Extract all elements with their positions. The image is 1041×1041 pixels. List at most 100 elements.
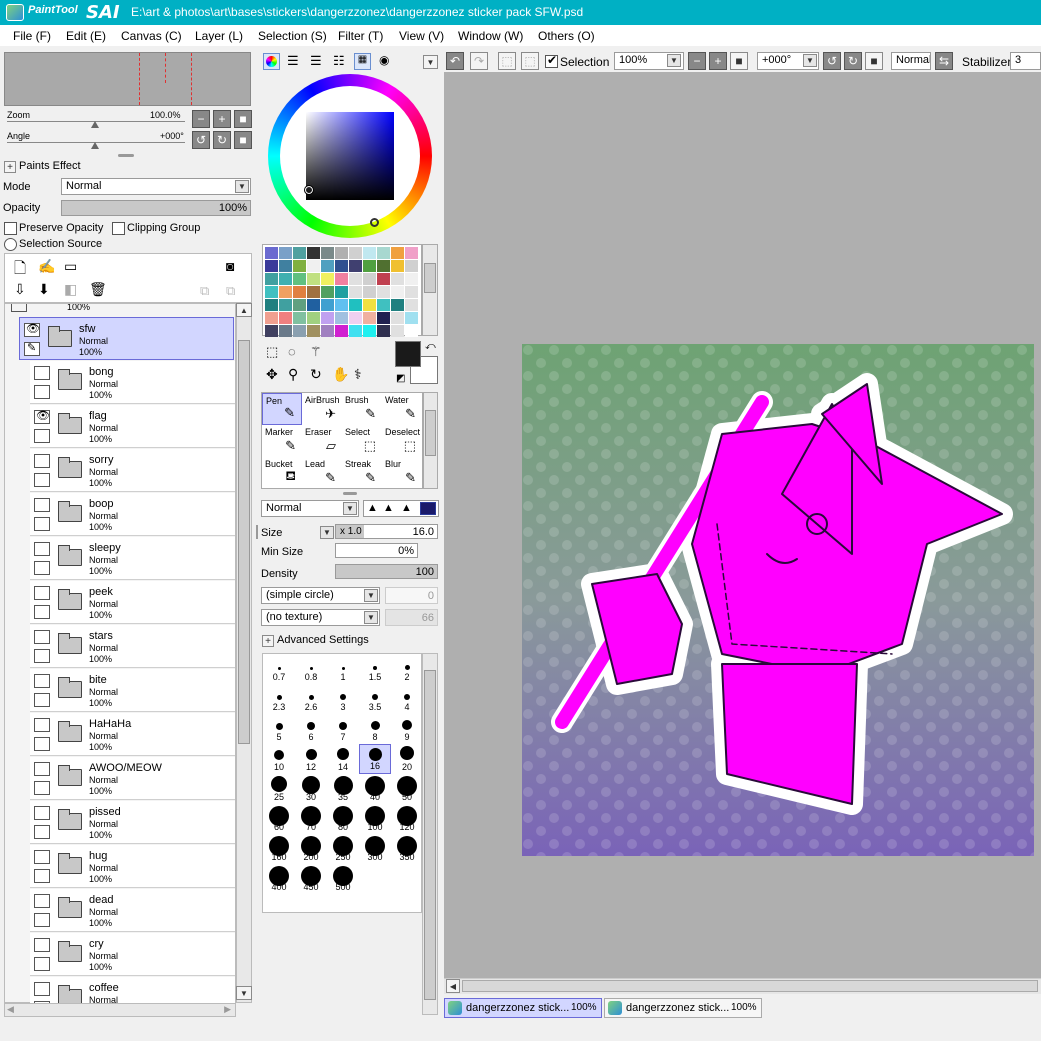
- layer-edit-toggle[interactable]: [34, 473, 50, 487]
- color-swatch[interactable]: [363, 325, 376, 337]
- brush-size-preset[interactable]: 30: [295, 774, 327, 804]
- color-swatch[interactable]: [363, 260, 376, 272]
- color-swatch[interactable]: [321, 273, 334, 285]
- zoom-tool-icon[interactable]: ⚲: [288, 366, 298, 383]
- merge-down-icon[interactable]: ⬇: [38, 281, 50, 298]
- canvas-zoom-dropdown[interactable]: ▼: [667, 54, 681, 67]
- brush-size-preset[interactable]: 12: [295, 744, 327, 774]
- layer-scroll-up-button[interactable]: ▲: [236, 303, 252, 317]
- selection-checkbox[interactable]: ✔: [545, 53, 558, 68]
- zoom-out-button[interactable]: −: [192, 110, 210, 128]
- brush-size-preset[interactable]: 450: [295, 864, 327, 894]
- layer-visibility-toggle[interactable]: [34, 542, 50, 556]
- hsv-slider-tab-icon[interactable]: ☰: [310, 53, 322, 69]
- brush-size-preset[interactable]: 0.7: [263, 654, 295, 684]
- menu-selection[interactable]: Selection (S): [258, 29, 327, 43]
- color-swatches[interactable]: [262, 244, 422, 337]
- color-swatch[interactable]: [265, 247, 278, 259]
- color-swatch[interactable]: [335, 247, 348, 259]
- layer-list-scrollbar[interactable]: [236, 303, 252, 1003]
- brush-size-range-dropdown[interactable]: ▼: [320, 526, 334, 539]
- menu-edit[interactable]: Edit (E): [66, 29, 106, 43]
- color-swatch[interactable]: [405, 247, 418, 259]
- layer-visibility-toggle[interactable]: 👁: [34, 410, 50, 424]
- flip-canvas-button[interactable]: ⇆: [935, 52, 953, 70]
- merge-visible-icon[interactable]: ⧉: [226, 283, 235, 299]
- layer-edit-toggle[interactable]: ✎: [24, 342, 40, 356]
- brush-edge-hard-icon[interactable]: ▲: [401, 502, 412, 514]
- brush-size-preset[interactable]: 200: [295, 834, 327, 864]
- layer-visibility-toggle[interactable]: [34, 718, 50, 732]
- brush-shape-dropdown[interactable]: ▼: [364, 589, 378, 602]
- color-swatch[interactable]: [265, 325, 278, 337]
- brush-size-preset[interactable]: 25: [263, 774, 295, 804]
- color-swatch[interactable]: [293, 247, 306, 259]
- clipping-group-checkbox[interactable]: [112, 222, 125, 235]
- color-swatch[interactable]: [335, 260, 348, 272]
- color-swatch[interactable]: [363, 299, 376, 311]
- color-swatch[interactable]: [405, 273, 418, 285]
- color-swatch[interactable]: [335, 325, 348, 337]
- tool-blur[interactable]: Blur ✎: [382, 457, 422, 489]
- layer-row-14[interactable]: cry Normal 100%: [30, 933, 235, 976]
- color-swatch[interactable]: [265, 286, 278, 298]
- trash-icon[interactable]: 🗑: [89, 281, 107, 298]
- brush-size-preset[interactable]: 2.6: [295, 684, 327, 714]
- color-swatch[interactable]: [293, 286, 306, 298]
- zoom-reset-button[interactable]: ■: [234, 110, 252, 128]
- color-swatch[interactable]: [377, 260, 390, 272]
- brush-edge-soft-icon[interactable]: ▲: [367, 502, 378, 514]
- layer-visibility-toggle[interactable]: 👁: [24, 323, 40, 337]
- color-swatch[interactable]: [307, 286, 320, 298]
- new-folder-icon[interactable]: ▭: [64, 258, 77, 275]
- color-swatch[interactable]: [391, 299, 404, 311]
- color-swatch[interactable]: [279, 299, 292, 311]
- layer-visibility-toggle[interactable]: [34, 366, 50, 380]
- color-swatch[interactable]: [265, 273, 278, 285]
- zoom-slider-thumb[interactable]: [91, 121, 99, 128]
- color-swatch[interactable]: [307, 312, 320, 324]
- menu-filter[interactable]: Filter (T): [338, 29, 383, 43]
- color-swatch[interactable]: [377, 273, 390, 285]
- brush-size-preset[interactable]: 1: [327, 654, 359, 684]
- layer-row-8[interactable]: bite Normal 100%: [30, 669, 235, 712]
- color-swatch[interactable]: [307, 325, 320, 337]
- chevron-left-icon[interactable]: ◀: [7, 1004, 14, 1015]
- color-swatch[interactable]: [335, 273, 348, 285]
- layer-row-10[interactable]: AWOO/MEOW Normal 100%: [30, 757, 235, 800]
- layer-row-15[interactable]: coffee Normal: [30, 977, 235, 1003]
- tool-airbrush[interactable]: AirBrush ✈: [302, 393, 342, 425]
- color-swatch[interactable]: [307, 260, 320, 272]
- rect-select-icon[interactable]: ⬚: [266, 344, 278, 360]
- brush-size-preset[interactable]: 2: [391, 654, 423, 684]
- swap-colors-icon[interactable]: ⤺: [425, 341, 436, 352]
- rotate-tool-icon[interactable]: ↻: [310, 366, 322, 383]
- color-swatch[interactable]: [321, 247, 334, 259]
- brush-sizes-scroll-thumb[interactable]: [424, 670, 436, 1000]
- brush-size-preset[interactable]: 120: [391, 804, 423, 834]
- brush-size-preset[interactable]: 16: [359, 744, 391, 774]
- tool-select[interactable]: Select ⬚: [342, 425, 382, 457]
- menu-window[interactable]: Window (W): [458, 29, 523, 43]
- color-swatch[interactable]: [307, 299, 320, 311]
- color-swatch[interactable]: [363, 312, 376, 324]
- color-swatch[interactable]: [349, 260, 362, 272]
- layer-edit-toggle[interactable]: [34, 737, 50, 751]
- color-swatch[interactable]: [377, 325, 390, 337]
- color-swatch[interactable]: [391, 260, 404, 272]
- panel-splitter[interactable]: [343, 492, 357, 495]
- panel-splitter[interactable]: [118, 154, 134, 157]
- density-slider[interactable]: 100: [335, 564, 438, 579]
- brush-size-preset[interactable]: 3.5: [359, 684, 391, 714]
- layer-edit-toggle[interactable]: [34, 605, 50, 619]
- color-swatch[interactable]: [405, 312, 418, 324]
- canvas-hscrollbar[interactable]: ◀: [444, 978, 1041, 994]
- brush-shape-select[interactable]: (simple circle): [261, 587, 380, 604]
- layer-edit-toggle[interactable]: [34, 693, 50, 707]
- layer-edit-toggle[interactable]: [34, 957, 50, 971]
- layer-scroll-down-button[interactable]: ▼: [236, 986, 252, 1000]
- panel-splitter[interactable]: [256, 525, 258, 539]
- color-swatch[interactable]: [405, 260, 418, 272]
- color-swatch[interactable]: [321, 286, 334, 298]
- brush-size-preset[interactable]: 4: [391, 684, 423, 714]
